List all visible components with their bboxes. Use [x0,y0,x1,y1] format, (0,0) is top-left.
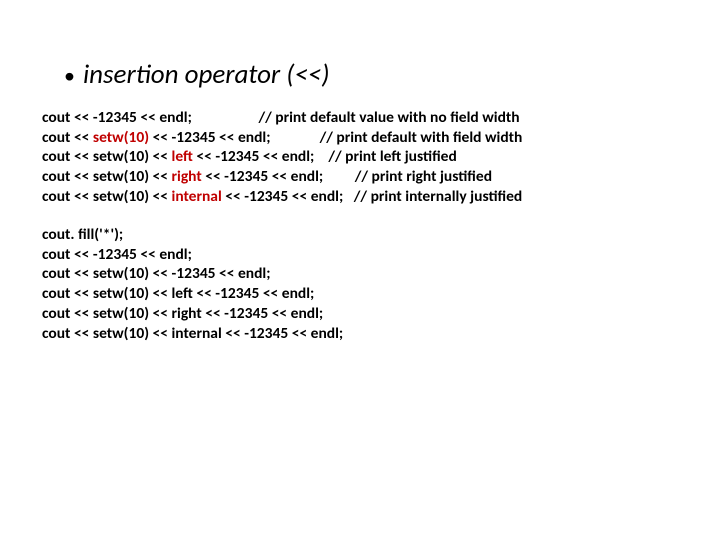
code-keyword: setw(10) [93,128,149,147]
code-comment: // print right justified [355,167,492,186]
code-line: cout << setw(10) << -12345 << endl; [42,264,680,284]
code-block-2: cout. fill('*'); cout << -12345 << endl;… [42,225,680,344]
spacer [40,207,680,225]
code-comment: // print left justified [328,147,456,166]
code-text: << -12345 << endl; [202,167,355,186]
code-line: cout << setw(10) << right << -12345 << e… [42,167,680,187]
code-line: cout << setw(10) << internal << -12345 <… [42,324,680,344]
code-text: cout << setw(10) << [42,147,172,166]
code-block-1: cout << -12345 << endl; // print default… [42,108,680,207]
code-text: << -12345 << endl; [149,128,320,147]
code-text: cout << -12345 << endl; [42,108,258,127]
heading-text: insertion operator (<<) [83,60,330,90]
code-line: cout << setw(10) << left << -12345 << en… [42,284,680,304]
code-line: cout << -12345 << endl; [42,245,680,265]
code-line: cout << setw(10) << left << -12345 << en… [42,147,680,167]
bullet-icon: • [64,65,75,87]
code-line: cout << -12345 << endl; // print default… [42,108,680,128]
code-text: << -12345 << endl; [222,187,354,206]
code-comment: // print default value with no field wid… [258,108,519,127]
heading-row: • insertion operator (<<) [40,60,680,90]
code-text: cout << setw(10) << [42,187,172,206]
code-text: << -12345 << endl; [193,147,328,166]
slide: • insertion operator (<<) cout << -12345… [0,0,720,384]
code-keyword: internal [172,187,222,206]
code-line: cout. fill('*'); [42,225,680,245]
code-keyword: right [172,167,202,186]
code-line: cout << setw(10) << right << -12345 << e… [42,304,680,324]
code-comment: // print default with field width [320,128,523,147]
code-keyword: left [172,147,193,166]
code-comment: // print internally justified [354,187,523,206]
code-line: cout << setw(10) << internal << -12345 <… [42,187,680,207]
code-text: cout << setw(10) << [42,167,172,186]
code-line: cout << setw(10) << -12345 << endl; // p… [42,128,680,148]
code-text: cout << [42,128,93,147]
